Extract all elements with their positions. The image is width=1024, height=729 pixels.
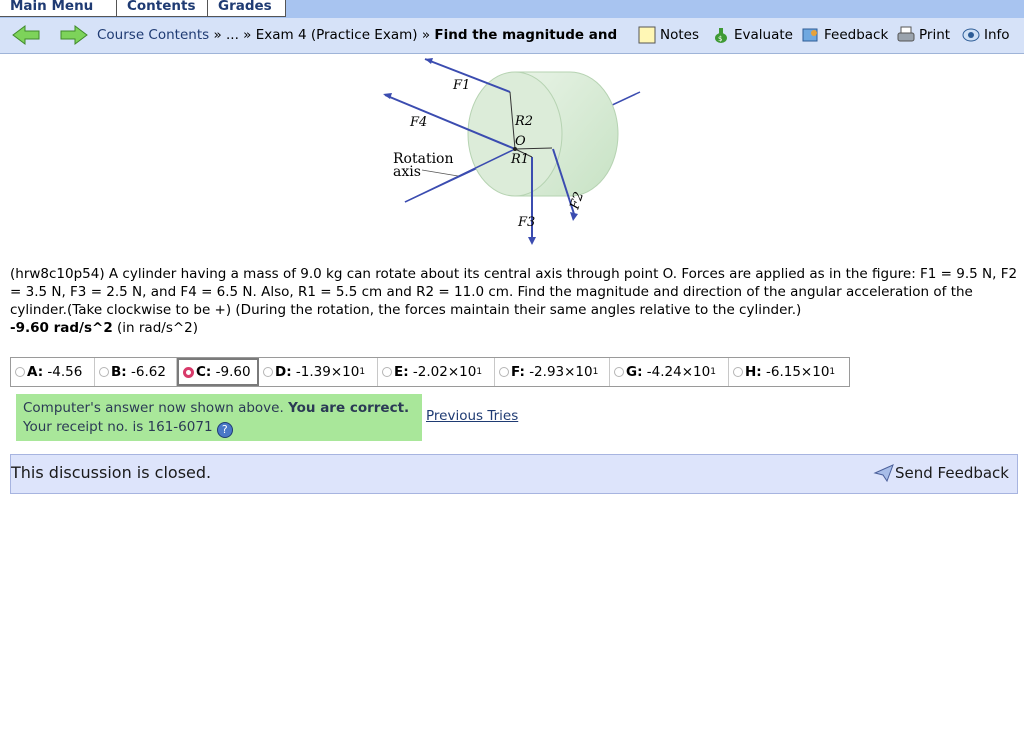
help-icon[interactable]: ? (216, 422, 233, 438)
print-label: Print (919, 27, 951, 43)
send-feedback-icon (873, 464, 894, 483)
forward-arrow-icon[interactable] (60, 25, 88, 45)
result-message: Computer's answer now shown above. (23, 400, 289, 416)
choice-value: -6.15×10 (766, 364, 830, 380)
breadcrumb: Course Contents » ... » Exam 4 (Practice… (97, 27, 617, 43)
choice-exponent: 1 (359, 367, 366, 377)
choice-value: -9.60 (215, 364, 251, 380)
radio-button[interactable] (99, 367, 109, 377)
correct-answer-box: Computer's answer now shown above. You a… (16, 394, 422, 441)
radio-button-selected[interactable] (183, 366, 194, 378)
send-feedback-button[interactable]: Send Feedback (873, 463, 1009, 483)
label-o: O (515, 134, 526, 149)
receipt-number: Your receipt no. is 161-6071 (23, 419, 217, 435)
feedback-label: Feedback (824, 27, 889, 43)
choice-value: -1.39×10 (295, 364, 360, 380)
choice-letter: B: (111, 364, 127, 380)
choice-value: -6.62 (131, 364, 166, 380)
radio-button[interactable] (15, 367, 25, 377)
printer-icon (897, 26, 915, 42)
result-correct: You are correct. (288, 400, 410, 416)
breadcrumb-current: Find the magnitude and (434, 27, 618, 43)
choice-h[interactable]: H: -6.15×10 1 (729, 358, 849, 386)
label-f3: F3 (517, 215, 535, 230)
choice-letter: F: (511, 364, 525, 380)
choice-f[interactable]: F: -2.93×10 1 (495, 358, 610, 386)
choice-b[interactable]: B: -6.62 (95, 358, 177, 386)
feedback-button[interactable]: Feedback (802, 26, 888, 44)
previous-tries-link[interactable]: Previous Tries (426, 408, 518, 424)
notes-label: Notes (660, 27, 699, 43)
info-button[interactable]: Info (962, 26, 1010, 44)
choice-letter: C: (196, 364, 212, 380)
breadcrumb-course-contents[interactable]: Course Contents (97, 27, 209, 43)
evaluate-label: Evaluate (734, 27, 793, 43)
print-button[interactable]: Print (897, 26, 950, 44)
info-icon (962, 28, 980, 42)
send-feedback-label: Send Feedback (895, 464, 1009, 482)
choice-g[interactable]: G: -4.24×10 1 (610, 358, 729, 386)
choice-d[interactable]: D: -1.39×10 1 (259, 358, 378, 386)
choice-exponent: 1 (476, 367, 483, 377)
choice-value: -2.93×10 (529, 364, 593, 380)
choice-letter: A: (27, 364, 44, 380)
feedback-icon (802, 28, 818, 42)
breadcrumb-exam[interactable]: Exam 4 (Practice Exam) (256, 27, 418, 43)
evaluate-icon: $ (715, 28, 727, 43)
info-label: Info (984, 27, 1010, 43)
answer-choices: A: -4.56 B: -6.62 C: -9.60 D: -1.39×10 1 … (10, 357, 850, 387)
cylinder-figure: F1 F4 R2 O R1 Rotation axis F3 F2 (383, 58, 641, 245)
choice-letter: G: (626, 364, 643, 380)
discussion-closed-message: This discussion is closed. (11, 463, 212, 482)
label-f4: F4 (409, 115, 427, 130)
radio-button[interactable] (263, 367, 273, 377)
choice-exponent: 1 (829, 367, 836, 377)
choice-value: -4.56 (47, 364, 83, 380)
breadcrumb-separator: » (417, 27, 435, 43)
problem-text: (hrw8c10p54) A cylinder having a mass of… (10, 266, 1018, 318)
choice-letter: D: (275, 364, 292, 380)
choice-letter: E: (394, 364, 409, 380)
correct-answer-line: -9.60 rad/s^2 (in rad/s^2) (10, 319, 1020, 337)
choice-exponent: 1 (710, 367, 716, 377)
answer-units: (in rad/s^2) (112, 320, 199, 336)
label-r2: R2 (514, 114, 533, 129)
radio-button[interactable] (499, 367, 509, 377)
answer-value: -9.60 rad/s^2 (10, 320, 113, 336)
navigation-bar: Course Contents » ... » Exam 4 (Practice… (0, 18, 1024, 54)
tab-main-menu[interactable]: Main Menu (0, 0, 117, 17)
radio-button[interactable] (382, 367, 392, 377)
notes-button[interactable]: Notes (638, 26, 699, 44)
discussion-bar: This discussion is closed. Send Feedback (10, 454, 1018, 494)
evaluate-button[interactable]: $ Evaluate (712, 26, 793, 44)
label-axis: axis (393, 164, 421, 180)
tab-grades[interactable]: Grades (208, 0, 286, 17)
tab-contents[interactable]: Contents (117, 0, 208, 17)
choice-letter: H: (745, 364, 762, 380)
choice-value: -4.24×10 (646, 364, 711, 380)
breadcrumb-separator: » ... » (209, 27, 256, 43)
choice-value: -2.02×10 (412, 364, 477, 380)
choice-a[interactable]: A: -4.56 (11, 358, 95, 386)
choice-e[interactable]: E: -2.02×10 1 (378, 358, 495, 386)
label-r1: R1 (510, 152, 529, 167)
svg-text:$: $ (718, 35, 722, 43)
problem-statement: (hrw8c10p54) A cylinder having a mass of… (10, 265, 1020, 337)
back-arrow-icon[interactable] (12, 25, 40, 45)
main-menu-bar: Main Menu Contents Grades (0, 0, 1024, 18)
radio-button[interactable] (733, 367, 743, 377)
radio-button[interactable] (614, 367, 624, 377)
notepad-icon (638, 26, 656, 44)
choice-c[interactable]: C: -9.60 (177, 358, 259, 386)
choice-exponent: 1 (592, 367, 599, 377)
label-f1: F1 (452, 78, 470, 93)
